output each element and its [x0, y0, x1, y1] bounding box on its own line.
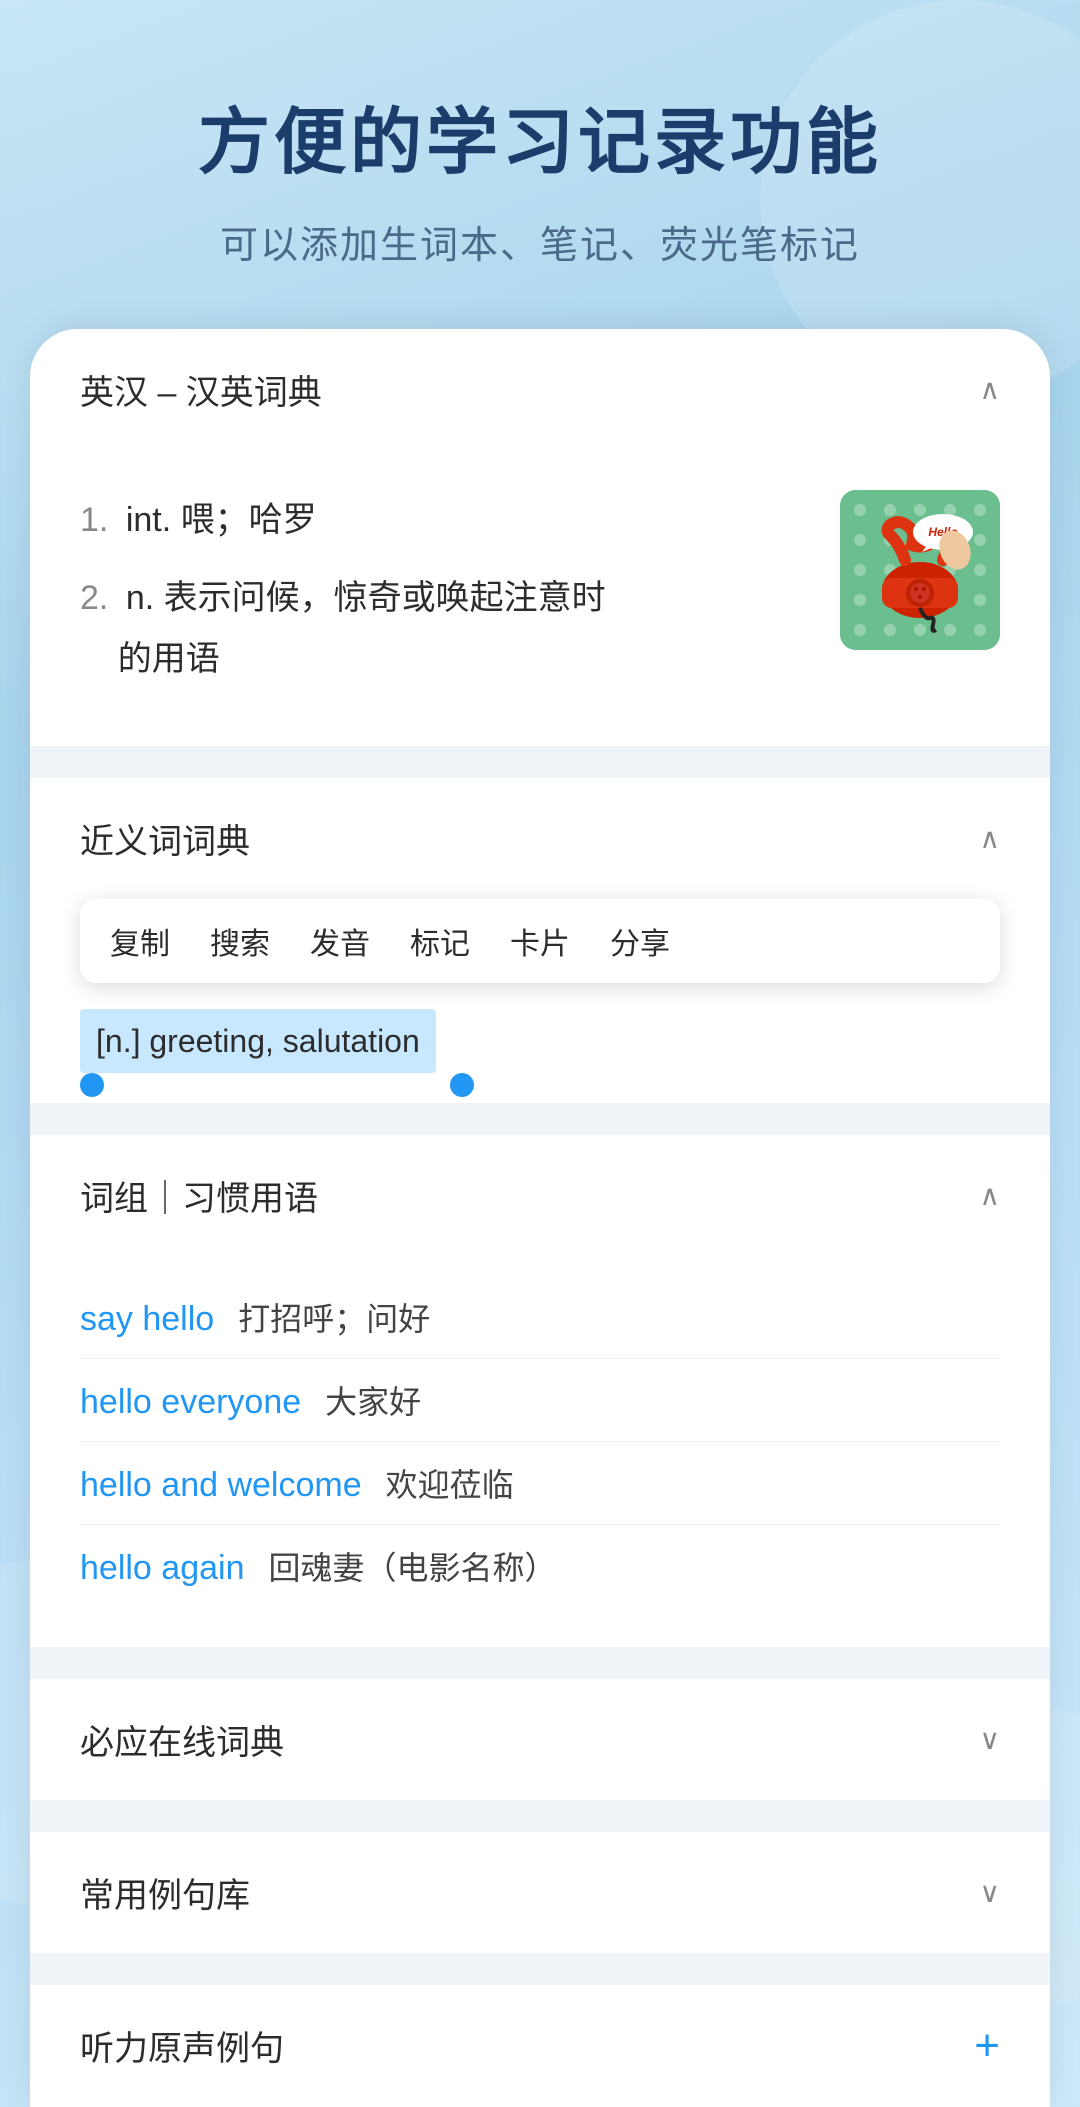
dictionary-section-header[interactable]: 英汉 – 汉英词典 ∧: [30, 329, 1050, 450]
context-mark[interactable]: 标记: [410, 919, 470, 963]
entry-1-num: 1.: [80, 501, 108, 539]
divider-3: [30, 1663, 1050, 1679]
page-title: 方便的学习记录功能: [60, 100, 1020, 186]
phrase-en-4: hello again: [80, 1549, 244, 1588]
dictionary-content: 1. int. 喂；哈罗 2. n. 表示问候，惊奇或唤起注意时 的用语: [30, 450, 1050, 746]
phrase-en-2: hello everyone: [80, 1383, 301, 1422]
divider-4: [30, 1816, 1050, 1832]
context-share[interactable]: 分享: [610, 919, 670, 963]
listening-section: 听力原声例句 +: [30, 1985, 1050, 2107]
listening-section-header[interactable]: 听力原声例句 +: [30, 1985, 1050, 2107]
dictionary-entries: 1. int. 喂；哈罗 2. n. 表示问候，惊奇或唤起注意时 的用语: [80, 490, 810, 706]
phrase-zh-2: 大家好: [325, 1377, 421, 1423]
entry-2-type: n.: [126, 579, 154, 617]
dict-entry-2: 2. n. 表示问候，惊奇或唤起注意时 的用语: [80, 568, 810, 690]
list-item[interactable]: hello again 回魂妻（电影名称）: [80, 1525, 1000, 1607]
plus-icon[interactable]: +: [974, 2021, 1000, 2071]
divider-1: [30, 762, 1050, 778]
divider-5: [30, 1969, 1050, 1985]
biying-chevron-icon: ∨: [980, 1723, 1001, 1756]
synonyms-chevron-icon: ∧: [980, 822, 1001, 855]
main-card: 英汉 – 汉英词典 ∧ 1. int. 喂；哈罗 2. n. 表示问候，惊奇或唤…: [30, 329, 1050, 2107]
phrase-en-1: say hello: [80, 1300, 214, 1339]
dictionary-chevron-icon: ∧: [980, 373, 1001, 406]
common-sentences-header[interactable]: 常用例句库 ∨: [30, 1832, 1050, 1953]
dict-entry-1: 1. int. 喂；哈罗: [80, 490, 810, 551]
context-card[interactable]: 卡片: [510, 919, 570, 963]
phrases-section: 词组｜习惯用语 ∧ say hello 打招呼；问好 hello everyon…: [30, 1135, 1050, 1647]
context-pronounce[interactable]: 发音: [310, 919, 370, 963]
selected-text-container: [n.] greeting, salutation: [30, 999, 1050, 1103]
list-item[interactable]: hello and welcome 欢迎莅临: [80, 1442, 1000, 1525]
listening-title: 听力原声例句: [80, 2021, 284, 2070]
entry-1-type: int.: [126, 501, 171, 539]
entry-1-def: 喂；哈罗: [181, 501, 317, 539]
biying-title: 必应在线词典: [80, 1715, 284, 1764]
context-search[interactable]: 搜索: [210, 919, 270, 963]
phrases-title: 词组｜习惯用语: [80, 1171, 318, 1220]
entry-2-def: 表示问候，惊奇或唤起注意时 的用语: [80, 579, 606, 678]
list-item[interactable]: say hello 打招呼；问好: [80, 1276, 1000, 1359]
list-item[interactable]: hello everyone 大家好: [80, 1359, 1000, 1442]
selection-handle-left: [80, 1073, 104, 1097]
header: 方便的学习记录功能 可以添加生词本、笔记、荧光笔标记: [0, 0, 1080, 329]
common-sentences-chevron-icon: ∨: [980, 1876, 1001, 1909]
phrase-list: say hello 打招呼；问好 hello everyone 大家好 hell…: [30, 1256, 1050, 1647]
context-menu: 复制 搜索 发音 标记 卡片 分享: [80, 899, 1000, 983]
page-subtitle: 可以添加生词本、笔记、荧光笔标记: [60, 214, 1020, 269]
synonyms-title: 近义词词典: [80, 814, 250, 863]
synonyms-section-header[interactable]: 近义词词典 ∧: [30, 778, 1050, 899]
phrase-zh-3: 欢迎莅临: [386, 1460, 514, 1506]
dictionary-entry-row: 1. int. 喂；哈罗 2. n. 表示问候，惊奇或唤起注意时 的用语: [80, 490, 1000, 706]
synonyms-section: 近义词词典 ∧ 复制 搜索 发音 标记 卡片 分享 [n.] greeting,…: [30, 778, 1050, 1103]
divider-2: [30, 1119, 1050, 1135]
hello-image: Hello: [840, 490, 1000, 650]
selection-handle-right: [450, 1073, 474, 1097]
phrase-zh-1: 打招呼；问好: [238, 1294, 430, 1340]
phrases-section-header[interactable]: 词组｜习惯用语 ∧: [30, 1135, 1050, 1256]
common-sentences-title: 常用例句库: [80, 1868, 250, 1917]
context-copy[interactable]: 复制: [110, 919, 170, 963]
common-sentences-section: 常用例句库 ∨: [30, 1832, 1050, 1953]
biying-section: 必应在线词典 ∨: [30, 1679, 1050, 1800]
phrase-zh-4: 回魂妻（电影名称）: [268, 1543, 556, 1589]
phrases-chevron-icon: ∧: [980, 1179, 1001, 1212]
entry-2-num: 2.: [80, 579, 108, 617]
dictionary-title: 英汉 – 汉英词典: [80, 365, 322, 414]
biying-section-header[interactable]: 必应在线词典 ∨: [30, 1679, 1050, 1800]
dictionary-section: 英汉 – 汉英词典 ∧ 1. int. 喂；哈罗 2. n. 表示问候，惊奇或唤…: [30, 329, 1050, 746]
phrase-en-3: hello and welcome: [80, 1466, 362, 1505]
selected-text: [n.] greeting, salutation: [80, 1009, 436, 1073]
